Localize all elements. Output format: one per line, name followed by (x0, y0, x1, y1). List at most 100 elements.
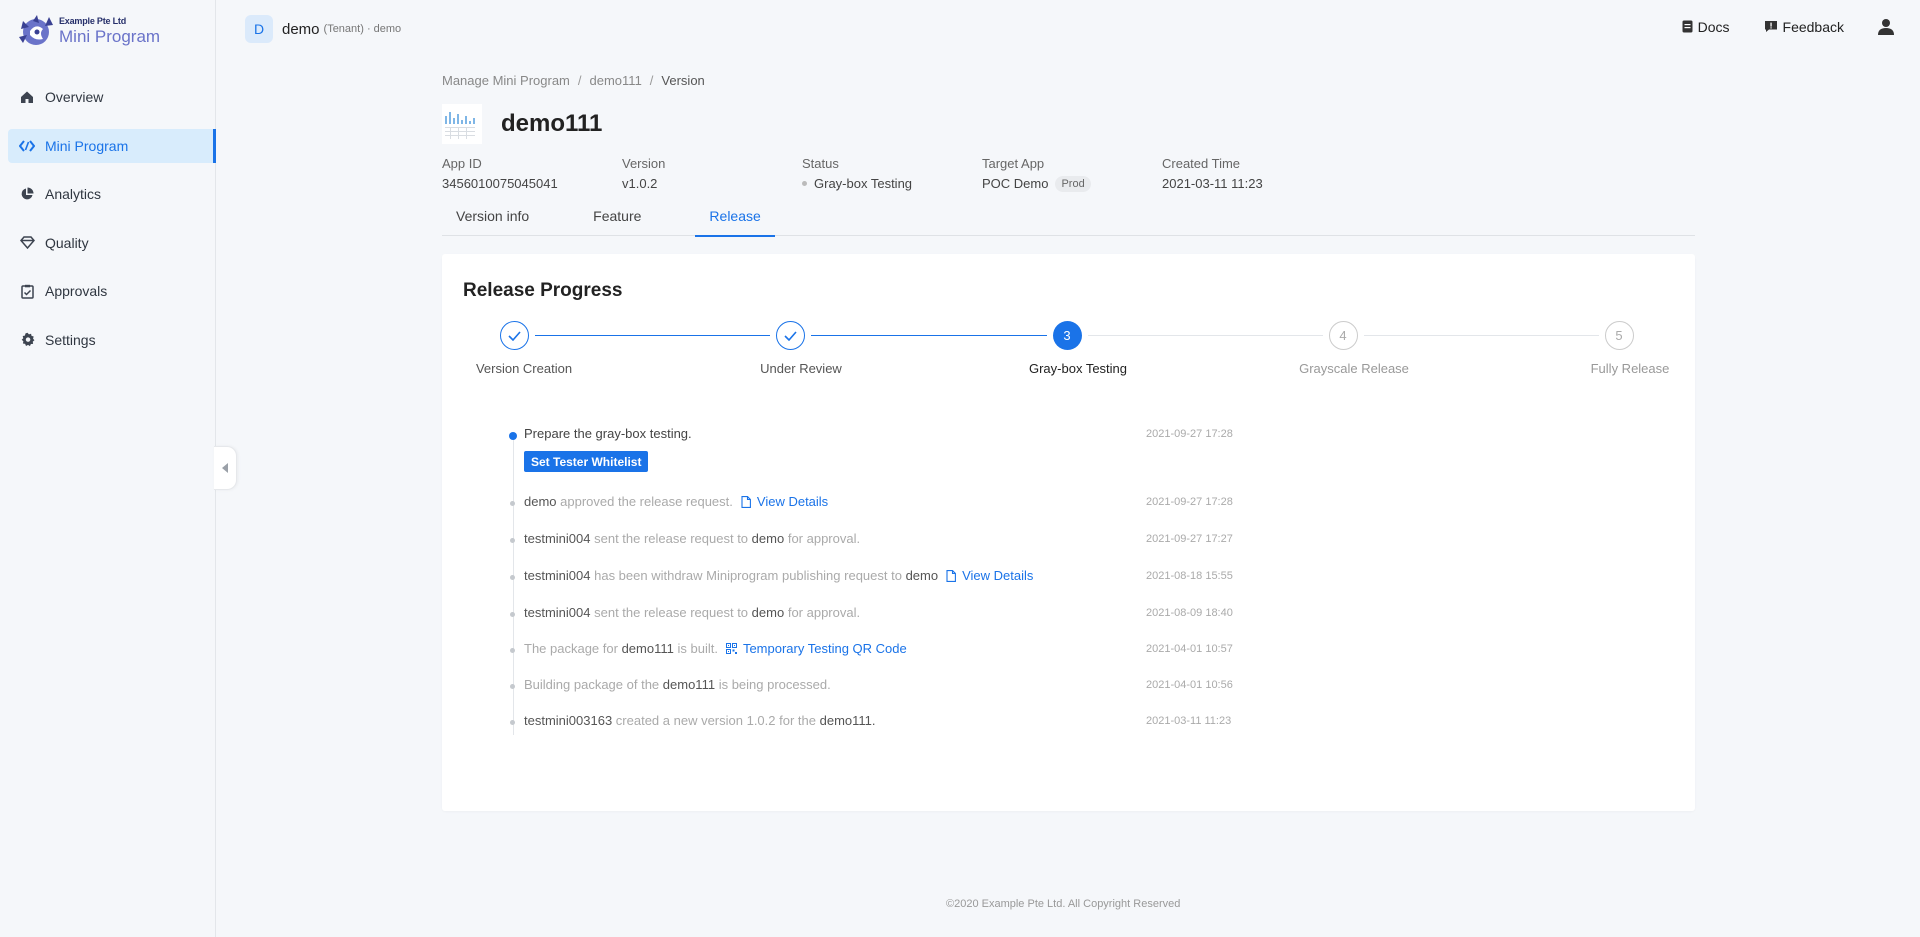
document-icon (1682, 20, 1693, 33)
timeline-target: demo (905, 568, 939, 583)
step-number: 5 (1615, 328, 1623, 343)
step-5-indicator: 5 (1604, 321, 1634, 350)
meta-created-time: Created Time 2021-03-11 11:23 (1162, 156, 1342, 193)
env-badge: Prod (1055, 175, 1091, 192)
brand[interactable]: Example Pte Ltd Mini Program (15, 11, 160, 51)
pie-chart-icon (19, 186, 35, 202)
timeline-dot-active (509, 432, 517, 440)
timeline-text: demo approved the release request. View … (524, 494, 828, 509)
tenant-avatar: D (245, 15, 273, 43)
meta-status: Status Gray-box Testing (802, 156, 982, 193)
step-connector (534, 335, 770, 336)
timeline-actor: demo (524, 494, 557, 509)
timeline-message: is being processed. (718, 677, 831, 692)
timeline-actor: testmini004 (524, 531, 591, 546)
view-details-link[interactable]: View Details (946, 568, 1033, 583)
app-logo (442, 104, 482, 144)
timeline-target: demo111 (662, 677, 716, 692)
tenant-switcher[interactable]: D demo (Tenant) · demo (245, 15, 401, 43)
view-details-link[interactable]: View Details (741, 494, 828, 509)
feedback-label: Feedback (1782, 18, 1844, 35)
sidebar-nav: Overview Mini Program Analytics Quality … (0, 80, 216, 371)
meta-value: Gray-box Testing (802, 174, 982, 193)
step-4-label: Grayscale Release (1299, 361, 1409, 376)
qr-code-label: Temporary Testing QR Code (742, 641, 907, 656)
timeline-message: The package for (524, 641, 618, 656)
breadcrumb-item-app[interactable]: demo111 (590, 73, 642, 88)
timeline-text: testmini003163 created a new version 1.0… (524, 713, 876, 728)
main-content: Manage Mini Program / demo111 / Version … (442, 72, 1695, 811)
sidebar-item-analytics[interactable]: Analytics (8, 177, 215, 211)
timeline-time: 2021-09-27 17:28 (1146, 496, 1233, 508)
timeline-text: testmini004 has been withdraw Miniprogra… (524, 568, 1033, 583)
docs-link[interactable]: Docs (1682, 19, 1730, 35)
sidebar-item-approvals[interactable]: Approvals (8, 274, 215, 308)
step-4-indicator: 4 (1328, 321, 1358, 350)
sidebar-item-mini-program[interactable]: Mini Program (8, 128, 216, 163)
tenant-name: demo (282, 20, 320, 38)
meta-value: 3456010075045041 (442, 176, 558, 191)
sidebar-item-quality[interactable]: Quality (8, 226, 215, 260)
feedback-link[interactable]: Feedback (1764, 19, 1844, 35)
step-number: 4 (1339, 328, 1347, 343)
sidebar: Example Pte Ltd Mini Program Overview Mi… (0, 0, 216, 937)
brand-product: Mini Program (59, 27, 161, 46)
timeline-dot (510, 501, 515, 506)
feedback-icon (1764, 20, 1778, 33)
step-2-label: Under Review (760, 361, 842, 376)
step-2-indicator (775, 321, 805, 350)
tabs: Version info Feature Release (442, 206, 1695, 237)
status-text: Gray-box Testing (814, 176, 913, 191)
timeline-message: sent the release request to (594, 605, 749, 620)
gear-icon (19, 332, 35, 348)
timeline-target: demo (751, 605, 785, 620)
timeline-dot (510, 575, 515, 580)
tab-feature[interactable]: Feature (579, 206, 655, 236)
meta-value: 2021-03-11 11:23 (1162, 176, 1263, 191)
timeline-actor: testmini003163 (524, 713, 613, 728)
sidebar-item-label: Quality (45, 234, 89, 251)
timeline-dot (510, 648, 515, 653)
release-steps: Version Creation Under Review 3 Gray-box Te… (442, 254, 1695, 384)
check-icon (507, 330, 521, 341)
timeline-message: for approval. (787, 531, 861, 546)
timeline-dot (510, 684, 515, 689)
timeline-message: approved the release request. (560, 494, 733, 509)
status-dot (802, 181, 807, 186)
qr-code-icon (725, 643, 737, 654)
tab-release[interactable]: Release (695, 206, 776, 237)
timeline-time: 2021-09-27 17:27 (1146, 533, 1233, 545)
clipboard-icon (19, 283, 35, 299)
sidebar-item-label: Analytics (45, 186, 102, 202)
meta-value: POC Demo Prod (982, 174, 1162, 193)
meta-label: Target App (982, 156, 1045, 171)
set-tester-whitelist-button[interactable]: Set Tester Whitelist (524, 451, 649, 472)
step-3-indicator: 3 (1052, 321, 1082, 350)
breadcrumb-item-manage[interactable]: Manage Mini Program (442, 73, 570, 88)
sidebar-item-settings[interactable]: Settings (8, 323, 215, 357)
timeline-dot (510, 612, 515, 617)
step-number: 3 (1063, 328, 1071, 343)
step-1-label: Version Creation (475, 361, 573, 376)
breadcrumb: Manage Mini Program / demo111 / Version (442, 72, 1695, 89)
tab-version-info[interactable]: Version info (442, 206, 543, 236)
sidebar-collapse-button[interactable] (214, 446, 237, 490)
step-connector (1087, 335, 1323, 336)
timeline-actor: testmini004 (524, 605, 591, 620)
timeline-rail (513, 435, 514, 735)
sidebar-item-overview[interactable]: Overview (8, 80, 215, 114)
timeline-time: 2021-08-09 18:40 (1146, 607, 1233, 619)
step-connector (810, 335, 1047, 336)
caret-left-icon (222, 463, 228, 473)
view-details-label: View Details (962, 568, 1034, 583)
topbar: D demo (Tenant) · demo Docs Feedback (216, 0, 1920, 56)
timeline-time: 2021-04-01 10:57 (1146, 643, 1233, 655)
user-icon[interactable] (1878, 18, 1894, 35)
timeline-dot (510, 720, 515, 725)
timeline-time: 2021-09-27 17:28 (1146, 428, 1233, 440)
qr-code-link[interactable]: Temporary Testing QR Code (725, 641, 907, 656)
timeline-message: is built. (677, 641, 718, 656)
step-5-label: Fully Release (1590, 361, 1670, 376)
meta-value: v1.0.2 (622, 176, 658, 191)
sidebar-item-label: Overview (45, 89, 104, 105)
